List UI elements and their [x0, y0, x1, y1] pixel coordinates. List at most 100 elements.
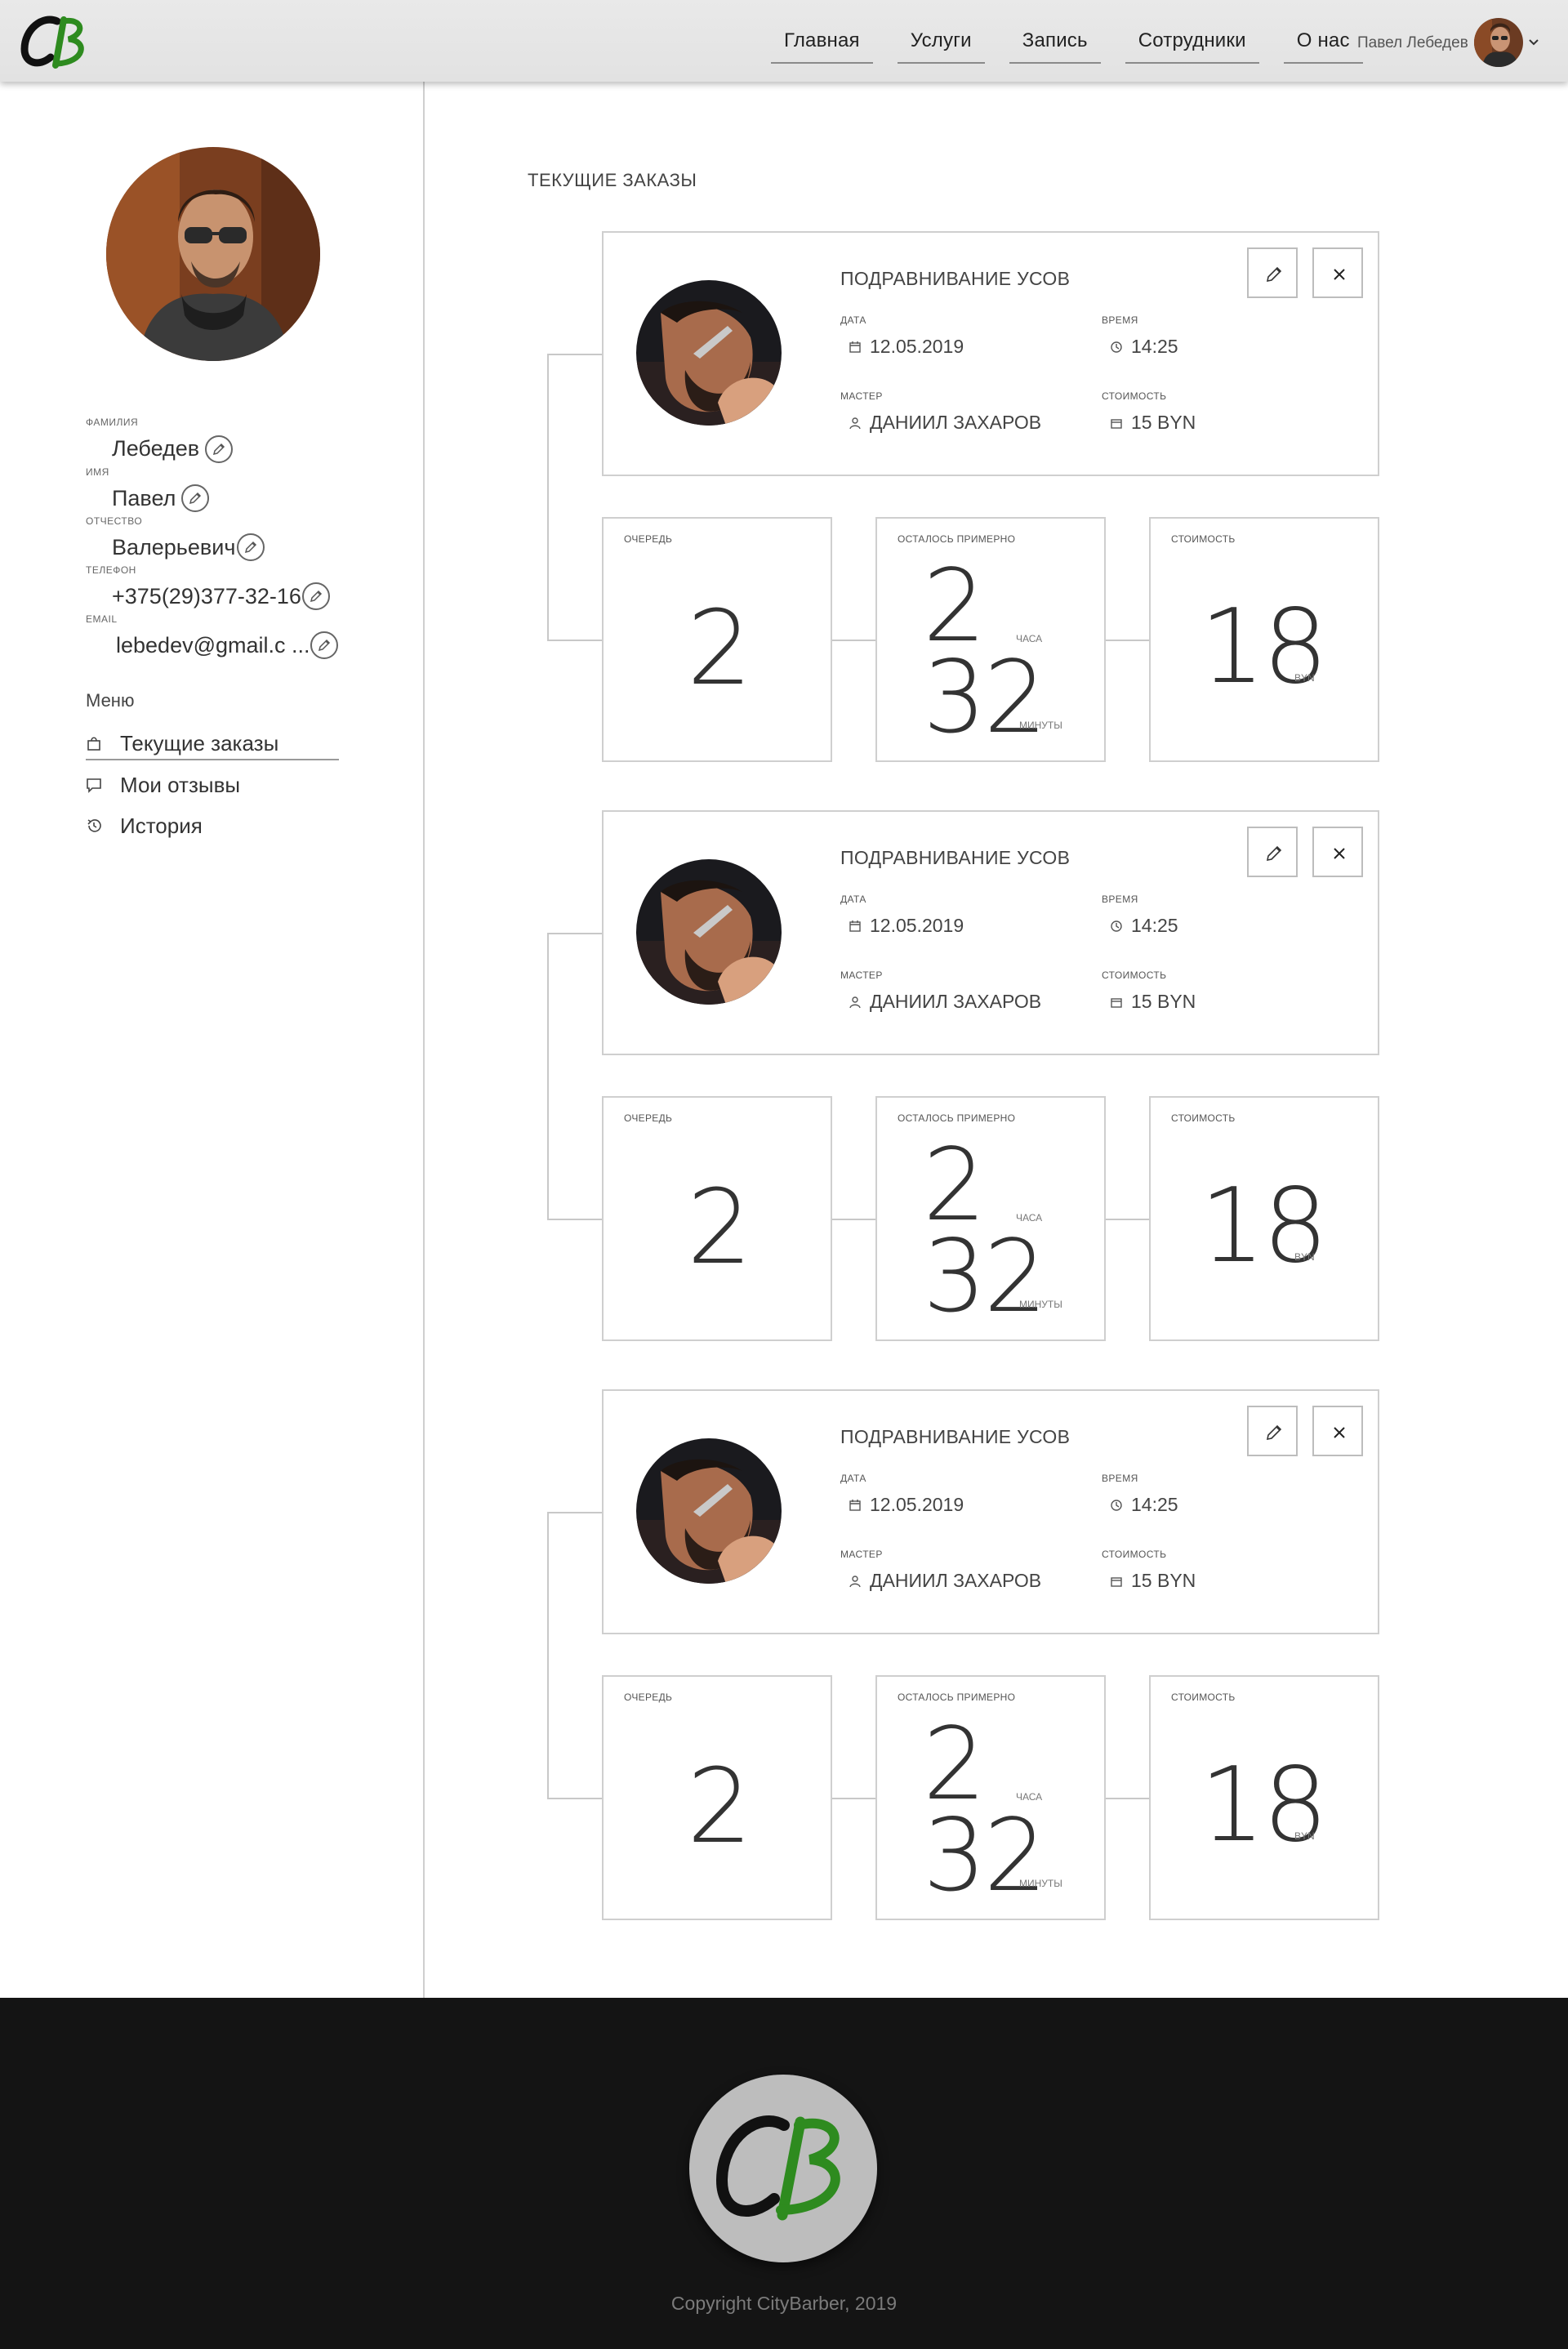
queue-label: ОЧЕРЕДЬ	[624, 1692, 673, 1703]
cancel-order-button[interactable]	[1312, 1406, 1363, 1456]
tree-connector	[832, 640, 877, 641]
edit-surname-button[interactable]	[205, 435, 233, 463]
pencil-icon	[318, 639, 331, 652]
pencil-icon	[1266, 266, 1282, 283]
time-text: 14:25	[1131, 1494, 1178, 1515]
pencil-icon	[310, 590, 323, 603]
tree-connector	[1106, 640, 1151, 641]
minutes-unit: МИНУТЫ	[1019, 720, 1062, 731]
time-label: ВРЕМЯ	[1102, 314, 1138, 326]
master-value: ДАНИИЛ ЗАХАРОВ	[849, 1570, 1041, 1592]
time-value: 14:25	[1110, 336, 1178, 358]
menu-item-current-orders[interactable]: Текущие заказы	[86, 728, 339, 760]
master-label: МАСТЕР	[840, 390, 883, 402]
queue-box: ОЧЕРЕДЬ 2	[602, 1675, 832, 1920]
time-label: ВРЕМЯ	[1102, 894, 1138, 905]
menu-item-history[interactable]: История	[86, 809, 339, 842]
close-icon	[1334, 1427, 1345, 1438]
email-label: EMAIL	[86, 613, 118, 625]
wallet-icon	[1111, 997, 1122, 1008]
queue-box: ОЧЕРЕДЬ 2	[602, 517, 832, 762]
queue-value: 2	[687, 1746, 752, 1866]
service-name: ПОДРАВНИВАНИЕ УСОВ	[840, 847, 1071, 868]
minutes-value: 32	[923, 1798, 1047, 1914]
calendar-icon	[849, 341, 861, 353]
service-name: ПОДРАВНИВАНИЕ УСОВ	[840, 268, 1071, 289]
minutes-value: 32	[923, 640, 1047, 756]
menu-item-my-reviews[interactable]: Мои отзывы	[86, 769, 339, 801]
edit-patronymic-button[interactable]	[237, 533, 265, 561]
edit-order-button[interactable]	[1247, 827, 1298, 877]
cost-value: 15 BYN	[1110, 412, 1196, 434]
patronymic-value: Валерьевич	[112, 535, 236, 559]
nav-staff[interactable]: Сотрудники	[1125, 25, 1259, 64]
tree-connector	[547, 1512, 549, 1799]
tree-connector	[547, 640, 602, 641]
service-photo	[636, 1438, 782, 1584]
header-avatar[interactable]	[1474, 18, 1523, 67]
comment-icon	[87, 778, 101, 793]
price-unit: BYN	[1294, 1830, 1315, 1842]
tree-connector	[547, 933, 602, 934]
edit-email-button[interactable]	[310, 631, 338, 659]
time-remaining-box: ОСТАЛОСЬ ПРИМЕРНО 2 ЧАСА 32 МИНУТЫ	[875, 1675, 1106, 1920]
history-icon	[87, 819, 101, 832]
cancel-order-button[interactable]	[1312, 247, 1363, 298]
tree-connector	[547, 933, 549, 1220]
price-box: СТОИМОСТЬ 18 BYN	[1149, 1096, 1379, 1341]
edit-order-button[interactable]	[1247, 1406, 1298, 1456]
price-label: СТОИМОСТЬ	[1171, 1692, 1236, 1703]
tree-connector	[1106, 1798, 1151, 1799]
date-text: 12.05.2019	[870, 915, 964, 936]
pencil-icon	[244, 541, 257, 554]
surname-label: ФАМИЛИЯ	[86, 417, 139, 428]
clock-icon	[1111, 341, 1122, 353]
clock-icon	[1111, 1499, 1122, 1511]
cost-label: СТОИМОСТЬ	[1102, 390, 1167, 402]
menu-item-label: История	[120, 813, 203, 838]
user-icon	[849, 996, 861, 1008]
tree-connector	[547, 1798, 602, 1799]
nav-services[interactable]: Услуги	[897, 25, 985, 64]
user-icon	[849, 417, 861, 429]
master-value: ДАНИИЛ ЗАХАРОВ	[849, 412, 1041, 434]
time-value: 14:25	[1110, 1494, 1178, 1516]
master-value: ДАНИИЛ ЗАХАРОВ	[849, 991, 1041, 1013]
date-value: 12.05.2019	[849, 336, 964, 358]
tree-connector	[547, 1219, 602, 1220]
header-user-name[interactable]: Павел Лебедев	[1357, 34, 1468, 52]
pencil-icon	[189, 492, 202, 505]
edit-order-button[interactable]	[1247, 247, 1298, 298]
nav-home[interactable]: Главная	[771, 25, 873, 64]
edit-name-button[interactable]	[181, 484, 209, 512]
date-label: ДАТА	[840, 1473, 866, 1484]
order-card: ПОДРАВНИВАНИЕ УСОВ ДАТА 12.05.2019 ВРЕМЯ…	[602, 1389, 1379, 1634]
date-value: 12.05.2019	[849, 915, 964, 937]
date-text: 12.05.2019	[870, 1494, 964, 1515]
price-label: СТОИМОСТЬ	[1171, 533, 1236, 545]
date-label: ДАТА	[840, 894, 866, 905]
tree-connector	[547, 354, 549, 641]
chevron-down-icon[interactable]	[1527, 36, 1540, 49]
profile-avatar	[106, 147, 320, 361]
time-remaining-box: ОСТАЛОСЬ ПРИМЕРНО 2 ЧАСА 32 МИНУТЫ	[875, 1096, 1106, 1341]
page-title: ТЕКУЩИЕ ЗАКАЗЫ	[528, 170, 697, 190]
time-remaining-label: ОСТАЛОСЬ ПРИМЕРНО	[898, 533, 1016, 545]
close-icon	[1334, 269, 1345, 280]
minutes-unit: МИНУТЫ	[1019, 1299, 1062, 1310]
nav-about[interactable]: О нас	[1283, 25, 1363, 64]
citybarber-logo[interactable]	[18, 10, 100, 75]
cost-value: 15 BYN	[1110, 991, 1196, 1013]
menu-title: Меню	[86, 690, 135, 711]
bag-icon	[87, 737, 100, 751]
tree-connector	[1106, 1219, 1151, 1220]
footer-logo[interactable]	[689, 2075, 877, 2262]
edit-phone-button[interactable]	[302, 582, 330, 610]
pencil-icon	[1266, 1424, 1282, 1441]
email-value: lebedev@gmail.c ...	[116, 633, 310, 657]
tree-connector	[832, 1219, 877, 1220]
cancel-order-button[interactable]	[1312, 827, 1363, 877]
nav-booking[interactable]: Запись	[1009, 25, 1101, 64]
time-value: 14:25	[1110, 915, 1178, 937]
minutes-value: 32	[923, 1219, 1047, 1335]
